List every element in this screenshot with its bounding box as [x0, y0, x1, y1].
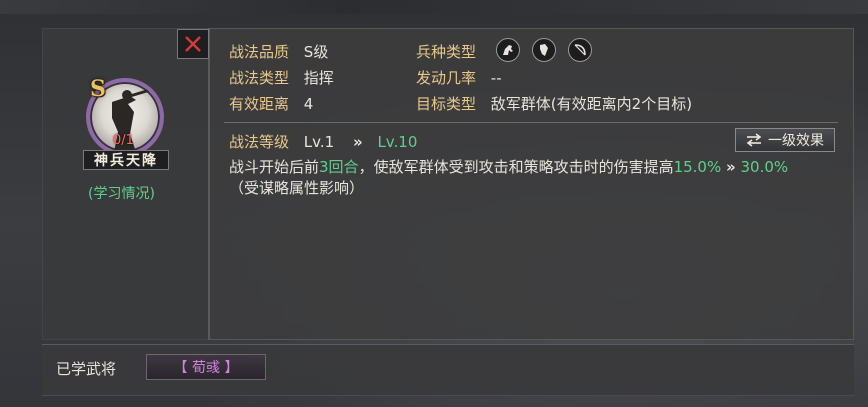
level-effect-toggle-button[interactable]: 一级效果 — [735, 128, 835, 152]
level-to: Lv.10 — [377, 133, 418, 151]
level-label: 战法等级 — [229, 133, 290, 151]
target-row: 目标类型 敌军群体(有效距离内2个目标) — [416, 93, 692, 114]
close-icon — [185, 36, 201, 52]
learn-status-link[interactable]: (学习情况) — [88, 183, 155, 203]
desc-part1: 战斗开始后前 — [229, 158, 320, 176]
troop-row: 兵种类型 — [416, 41, 476, 62]
level-row: 战法等级 Lv.1 » Lv.10 — [229, 131, 417, 152]
desc-value-to: 30.0% — [740, 158, 789, 176]
trigger-row: 发动几率 -- — [416, 67, 502, 88]
learned-general-name: 【 荀彧 】 — [173, 360, 239, 376]
desc-value-from: 15.0% — [673, 158, 722, 176]
level-from: Lv.1 — [303, 133, 335, 151]
desc-part2: ，使敌军群体受到攻击和策略攻击时的伤害提高 — [358, 158, 674, 176]
shield-icon — [532, 38, 556, 62]
top-strip — [0, 0, 868, 14]
learned-general-chip[interactable]: 【 荀彧 】 — [146, 354, 266, 380]
type-label: 战法类型 — [229, 69, 290, 87]
skill-name: 神兵天降 — [83, 150, 169, 170]
divider — [224, 122, 838, 123]
quality-label: 战法品质 — [229, 43, 290, 61]
trigger-value: -- — [490, 69, 502, 87]
skill-description: 战斗开始后前3回合，使敌军群体受到攻击和策略攻击时的伤害提高15.0% » 30… — [229, 157, 829, 199]
desc-note: （受谋略属性影响） — [229, 179, 365, 197]
target-value: 敌军群体(有效距离内2个目标) — [490, 95, 693, 113]
target-label: 目标类型 — [416, 95, 477, 113]
range-row: 有效距离 4 — [229, 93, 313, 114]
learned-generals-label: 已学武将 — [56, 360, 117, 378]
range-value: 4 — [303, 95, 314, 113]
quality-row: 战法品质 S级 — [229, 41, 328, 62]
bow-icon — [568, 38, 592, 62]
trigger-label: 发动几率 — [416, 69, 477, 87]
troop-label: 兵种类型 — [416, 43, 477, 61]
level-effect-label: 一级效果 — [768, 133, 824, 149]
close-button[interactable] — [177, 29, 209, 59]
range-label: 有效距离 — [229, 95, 290, 113]
type-value: 指挥 — [303, 69, 334, 87]
type-row: 战法类型 指挥 — [229, 67, 334, 88]
skill-grade-badge: S — [90, 76, 106, 102]
level-arrow-icon: » — [352, 133, 363, 151]
desc-rounds: 3回合 — [319, 158, 359, 176]
swap-arrows-icon — [746, 133, 762, 147]
quality-value: S级 — [303, 43, 329, 61]
cavalry-icon — [496, 38, 520, 62]
desc-arrow-icon: » — [726, 158, 736, 176]
skill-progress: 0/1 — [113, 133, 134, 148]
